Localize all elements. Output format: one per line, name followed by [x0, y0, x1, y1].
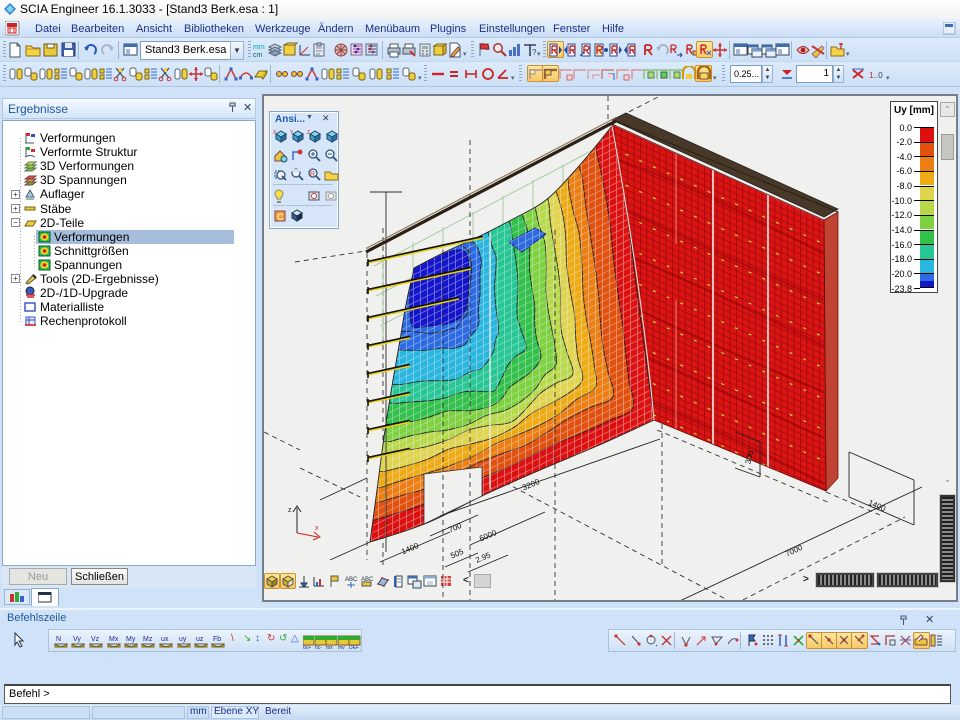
svg-text:cm: cm [253, 52, 263, 58]
svg-text:505: 505 [449, 547, 465, 561]
svg-text:DEF: DEF [349, 645, 359, 649]
svg-text:uz: uz [196, 636, 204, 643]
svg-text:mm: mm [253, 44, 265, 51]
svg-text:Vz: Vz [91, 636, 100, 643]
svg-text:z: z [288, 507, 292, 514]
svg-text:Mx: Mx [109, 636, 119, 643]
svg-text:6c-: 6c- [315, 645, 322, 649]
svg-text:6000: 6000 [478, 528, 498, 543]
svg-text:1.: 1. [869, 71, 876, 80]
svg-text:My: My [126, 636, 136, 643]
svg-text:Mz: Mz [143, 636, 153, 643]
svg-text:uy: uy [179, 636, 187, 643]
svg-text:my: my [338, 645, 345, 649]
svg-text:7000: 7000 [784, 543, 804, 559]
svg-text:3200: 3200 [521, 477, 541, 492]
svg-text:N: N [56, 636, 61, 643]
svg-text:.0: .0 [876, 71, 883, 80]
svg-text:mx: mx [326, 645, 333, 649]
svg-text:Fb: Fb [213, 636, 221, 643]
svg-text:ux: ux [161, 636, 169, 643]
svg-text:6c+: 6c+ [303, 645, 311, 649]
svg-text:Vy: Vy [73, 636, 81, 643]
svg-text:1400: 1400 [400, 541, 420, 556]
svg-text:x: x [315, 525, 319, 532]
